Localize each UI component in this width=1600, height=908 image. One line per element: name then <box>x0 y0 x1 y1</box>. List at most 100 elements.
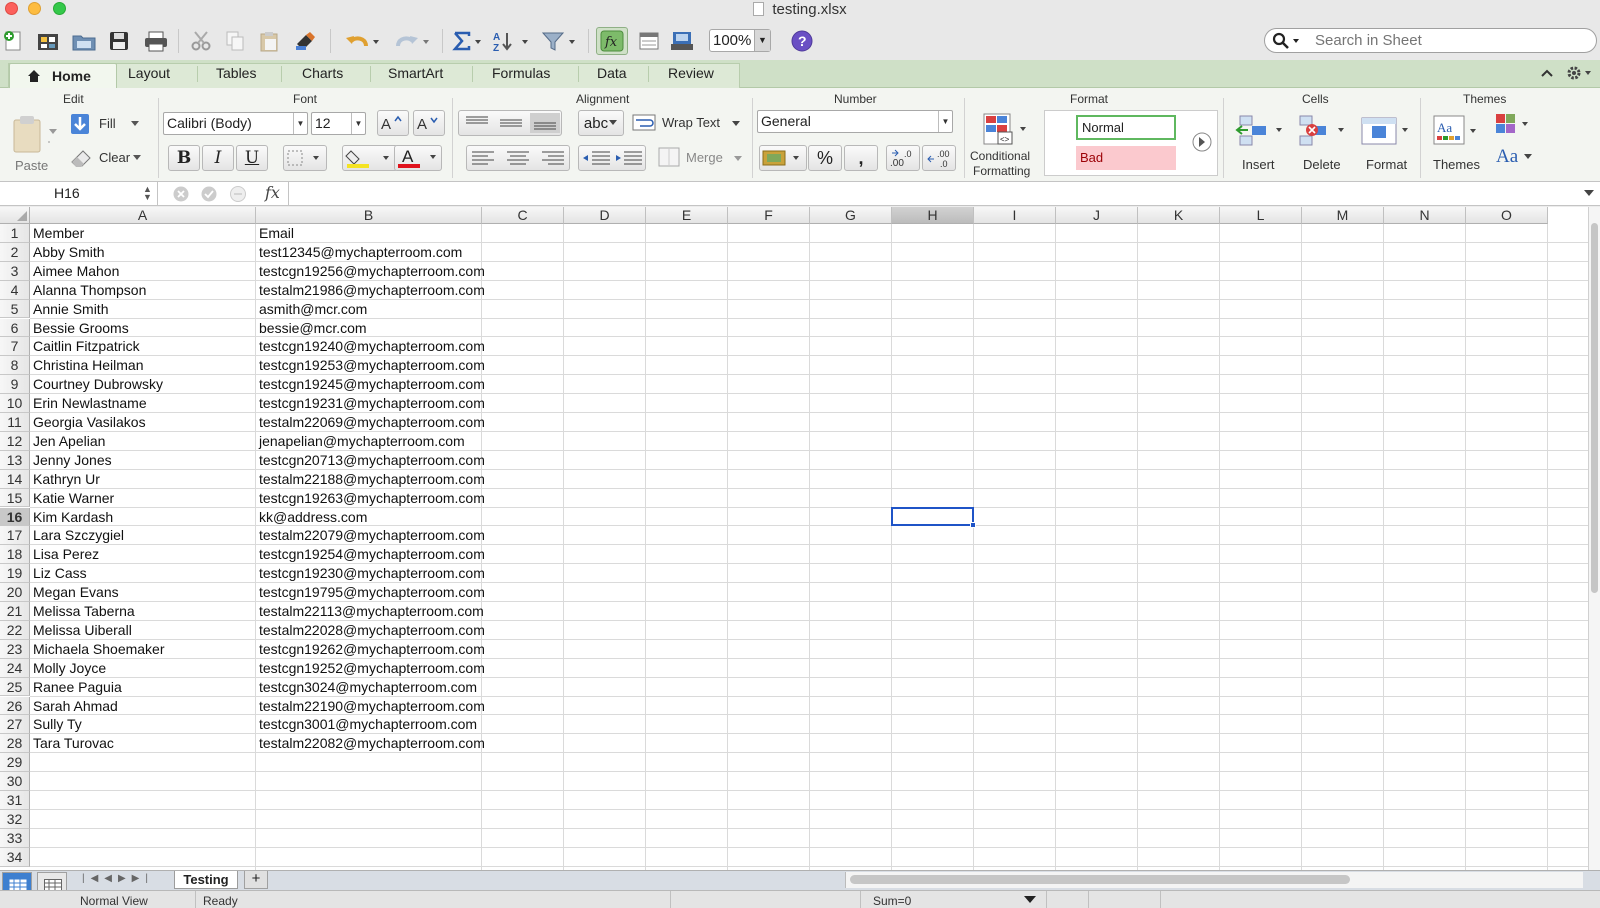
row-header[interactable]: 2 <box>0 242 30 262</box>
open-button[interactable] <box>70 27 98 55</box>
tab-layout[interactable]: Layout <box>128 65 170 81</box>
cell-member[interactable]: Sully Ty <box>30 715 82 734</box>
column-header[interactable]: F <box>728 207 810 224</box>
font-color-button[interactable]: A <box>394 145 442 171</box>
row-header[interactable]: 26 <box>0 696 30 716</box>
theme-colors-icon[interactable] <box>1494 112 1534 136</box>
cell-email[interactable]: testalm22028@mychapterroom.com <box>256 621 485 640</box>
row-header[interactable]: 27 <box>0 715 30 735</box>
cell-email[interactable]: test12345@mychapterroom.com <box>256 243 462 262</box>
row-header[interactable]: 23 <box>0 639 30 659</box>
number-format-select[interactable]: General ▼ <box>757 110 953 133</box>
cell-email[interactable]: testcgn19245@mychapterroom.com <box>256 375 485 394</box>
cell-member[interactable]: Courtney Dubrowsky <box>30 375 163 394</box>
insert-function-icon[interactable]: fx <box>265 183 280 202</box>
cell-member[interactable]: Lara Szczygiel <box>30 526 124 545</box>
column-header[interactable]: H <box>892 207 974 224</box>
horizontal-scroll-track[interactable] <box>845 872 1583 888</box>
cell-email[interactable]: testcgn19795@mychapterroom.com <box>256 583 485 602</box>
formula-shortcut-icon[interactable] <box>230 186 246 202</box>
row-header[interactable]: 3 <box>0 261 30 281</box>
add-sheet-button[interactable]: + <box>244 871 268 889</box>
comma-style-button[interactable]: , <box>844 145 878 171</box>
cell-email[interactable]: testalm22113@mychapterroom.com <box>256 602 484 621</box>
tab-charts[interactable]: Charts <box>302 65 343 81</box>
cell-member[interactable]: Bessie Grooms <box>30 319 129 338</box>
cell-email[interactable]: testalm22069@mychapterroom.com <box>256 413 485 432</box>
tab-formulas[interactable]: Formulas <box>492 65 550 81</box>
cell-member[interactable]: Christina Heilman <box>30 356 143 375</box>
sheet-navigation-arrows[interactable]: |◀◀▶▶| <box>82 873 154 884</box>
tab-smartart[interactable]: SmartArt <box>388 65 443 81</box>
chevron-down-icon[interactable] <box>1024 896 1036 904</box>
cell-member[interactable]: Molly Joyce <box>30 659 106 678</box>
cell-member[interactable]: Aimee Mahon <box>30 262 119 281</box>
cell-email[interactable]: testcgn3024@mychapterroom.com <box>256 678 477 697</box>
increase-decimal-button[interactable]: .00.0 <box>886 145 920 171</box>
cell-member[interactable]: Sarah Ahmad <box>30 697 118 716</box>
column-header[interactable]: C <box>482 207 564 224</box>
row-header[interactable]: 16 <box>0 507 30 527</box>
bold-button[interactable]: B <box>168 145 200 171</box>
row-header[interactable]: 34 <box>0 847 30 867</box>
row-header[interactable]: 15 <box>0 488 30 508</box>
undo-button[interactable] <box>340 27 384 55</box>
cell-member[interactable]: Alanna Thompson <box>30 281 146 300</box>
delete-cells-button[interactable]: Delete <box>1290 110 1350 180</box>
cell-member[interactable]: Liz Cass <box>30 564 87 583</box>
gallery-button[interactable] <box>636 27 662 55</box>
cell-email[interactable]: testalm21986@mychapterroom.com <box>256 281 485 300</box>
redo-button[interactable] <box>390 27 434 55</box>
cell-member[interactable]: Lisa Perez <box>30 545 99 564</box>
horizontal-scroll-thumb[interactable] <box>850 875 1350 884</box>
cell-member[interactable]: Melissa Taberna <box>30 602 135 621</box>
fill-handle[interactable] <box>970 522 976 529</box>
column-header[interactable]: J <box>1056 207 1138 224</box>
row-header[interactable]: 13 <box>0 450 30 470</box>
row-header[interactable]: 8 <box>0 356 30 376</box>
row-header[interactable]: 21 <box>0 602 30 621</box>
merge-button[interactable]: Merge <box>658 146 744 170</box>
cell-member[interactable]: Melissa Uiberall <box>30 621 132 640</box>
style-normal-option[interactable]: Normal <box>1076 115 1176 140</box>
cell-email[interactable]: kk@address.com <box>256 508 367 527</box>
theme-fonts-button[interactable]: Aa <box>1496 146 1536 170</box>
row-header[interactable]: 1 <box>0 224 30 243</box>
spreadsheet-grid[interactable]: A B C D E F G H I J K L M N O 1 2 3 4 5 6 7 8 9 10 11 12 13 14 15 16 17… <box>0 207 1588 870</box>
active-cell-selection[interactable] <box>891 506 974 527</box>
cell-email[interactable]: testalm22190@mychapterroom.com <box>256 697 485 716</box>
vertical-scrollbar[interactable] <box>1588 207 1600 870</box>
cell-email[interactable]: testalm22079@mychapterroom.com <box>256 526 485 545</box>
percent-style-button[interactable]: % <box>808 145 842 171</box>
styles-next-page-icon[interactable] <box>1191 131 1213 153</box>
clear-button[interactable]: Clear <box>69 146 145 168</box>
cell-email[interactable]: testcgn19254@mychapterroom.com <box>256 545 485 564</box>
zoom-select[interactable]: 100% ▼ <box>709 29 771 52</box>
row-header[interactable]: 22 <box>0 620 30 640</box>
row-header[interactable]: 33 <box>0 828 30 848</box>
name-box-stepper[interactable]: ▲ ▼ <box>143 185 152 202</box>
cell-member[interactable]: Ranee Paguia <box>30 678 122 697</box>
filter-button[interactable] <box>540 27 580 55</box>
row-header[interactable]: 28 <box>0 734 30 754</box>
conditional-formatting-button[interactable]: <> Conditional Formatting <box>968 110 1042 180</box>
row-header[interactable]: 11 <box>0 413 30 432</box>
cancel-entry-icon[interactable] <box>173 186 189 202</box>
format-cells-button[interactable]: Format <box>1354 110 1414 180</box>
fill-button[interactable]: Fill <box>69 113 145 135</box>
format-painter-button[interactable] <box>292 27 320 55</box>
cell-member[interactable]: Jen Apelian <box>30 432 105 451</box>
paste-button[interactable]: Paste <box>6 112 54 180</box>
autosum-button[interactable] <box>450 27 486 55</box>
cell-email[interactable]: jenapelian@mychapterroom.com <box>256 432 465 451</box>
row-header[interactable]: 24 <box>0 658 30 678</box>
save-button[interactable] <box>106 27 132 55</box>
name-box[interactable]: H16 <box>0 182 158 205</box>
increase-font-size-button[interactable]: A <box>377 110 409 136</box>
cell-member[interactable]: Jenny Jones <box>30 451 112 470</box>
help-button[interactable]: ? <box>788 27 816 55</box>
cell-email[interactable]: testalm22188@mychapterroom.com <box>256 470 485 489</box>
cell-member[interactable]: Kim Kardash <box>30 508 113 527</box>
currency-format-button[interactable] <box>759 145 807 171</box>
paste-toolbar-button[interactable] <box>256 27 282 55</box>
